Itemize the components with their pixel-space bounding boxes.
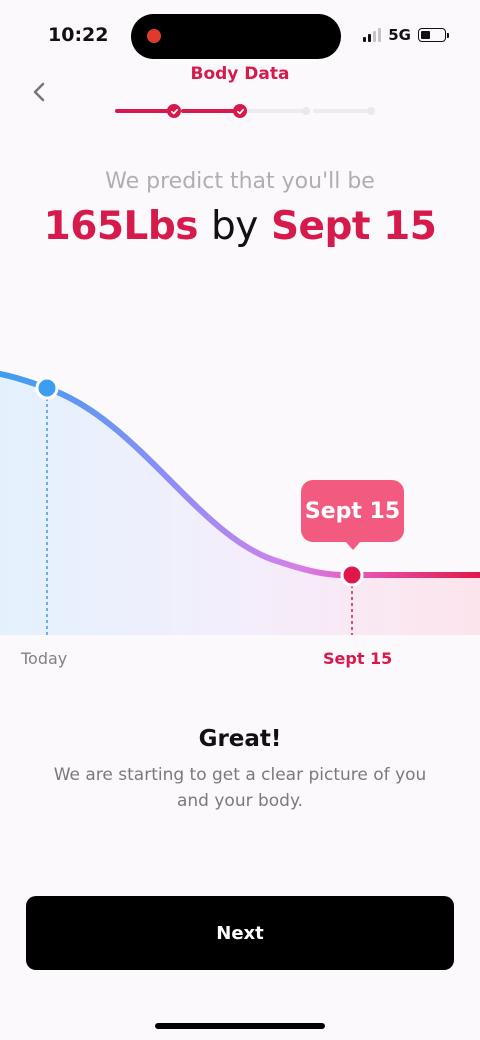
prediction-connector: by xyxy=(211,204,258,249)
chart-x-label-today: Today xyxy=(21,649,68,668)
step-complete-icon xyxy=(167,104,181,118)
target-date-tooltip: Sept 15 xyxy=(301,480,404,550)
network-label: 5G xyxy=(388,26,411,44)
signal-icon xyxy=(363,28,382,42)
message-body: We are starting to get a clear picture o… xyxy=(53,765,427,811)
page-title: Body Data xyxy=(190,64,290,84)
prediction-headline: 165Lbs by Sept 15 xyxy=(0,204,480,249)
recording-indicator-icon xyxy=(147,29,161,43)
status-indicators: 5G xyxy=(363,26,449,44)
chevron-left-icon xyxy=(33,82,45,102)
step-complete-icon xyxy=(233,104,247,118)
chart-x-label-target: Sept 15 xyxy=(323,649,393,668)
target-point xyxy=(340,563,364,587)
prediction-subtitle: We predict that you'll be xyxy=(105,169,375,194)
predicted-date: Sept 15 xyxy=(270,204,437,249)
message-title: Great! xyxy=(198,726,282,752)
battery-icon xyxy=(418,28,449,42)
next-button[interactable]: Next xyxy=(26,896,454,970)
status-time: 10:22 xyxy=(48,24,109,46)
home-indicator[interactable] xyxy=(155,1023,325,1029)
dynamic-island xyxy=(131,14,341,59)
chart-area-fill xyxy=(0,374,480,635)
step-pending-dot xyxy=(302,107,310,115)
predicted-weight: 165Lbs xyxy=(43,204,199,249)
step-progress xyxy=(115,104,375,118)
step-pending-dot xyxy=(367,107,375,115)
weight-prediction-chart xyxy=(0,371,480,635)
today-point xyxy=(35,376,59,400)
